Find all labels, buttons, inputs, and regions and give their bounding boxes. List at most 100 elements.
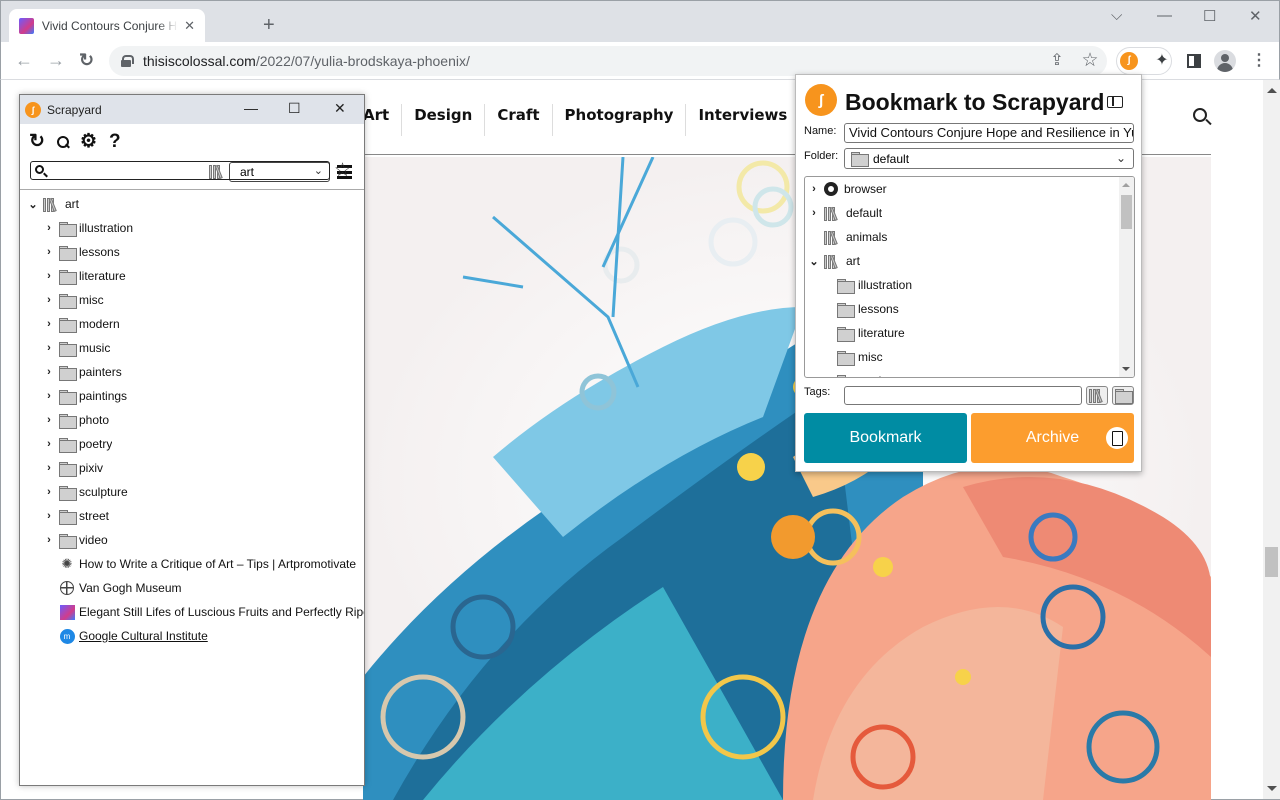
archive-button[interactable]: Archive: [971, 413, 1134, 463]
sidebar-close-button[interactable]: ✕: [334, 100, 346, 117]
tree-bookmark[interactable]: Elegant Still Lifes of Luscious Fruits a…: [20, 600, 364, 624]
folder-tree-node-modern[interactable]: modern: [805, 369, 1134, 377]
sidebar-search-input[interactable]: [30, 161, 330, 180]
help-icon[interactable]: ?: [109, 132, 121, 152]
tree-folder-pixiv[interactable]: › pixiv: [20, 456, 364, 480]
folder-tree-node-browser[interactable]: › browser: [805, 177, 1134, 201]
chevron-down-icon[interactable]: ⌄: [28, 198, 38, 211]
folder-tree-node-misc[interactable]: misc: [805, 345, 1134, 369]
tab-search-dropdown-icon[interactable]: ⌵: [1111, 7, 1122, 24]
folder-tree-node-animals[interactable]: animals: [805, 225, 1134, 249]
chevron-right-icon[interactable]: ›: [44, 390, 54, 402]
profile-avatar-icon[interactable]: [1214, 50, 1236, 72]
chevron-right-icon[interactable]: ›: [44, 318, 54, 330]
tree-folder-painters[interactable]: › painters: [20, 360, 364, 384]
site-nav-art[interactable]: Art: [361, 104, 401, 136]
sidebar-minimize-button[interactable]: —: [244, 100, 258, 116]
extensions-puzzle-icon[interactable]: ✦: [1152, 51, 1172, 71]
share-icon[interactable]: ⇪: [1047, 51, 1067, 71]
chevron-right-icon[interactable]: ›: [44, 342, 54, 354]
bookmark-page-star-icon[interactable]: ☆: [334, 159, 351, 182]
folder-tree-node-literature[interactable]: literature: [805, 321, 1134, 345]
site-search-icon[interactable]: [1193, 108, 1207, 122]
new-folder-button[interactable]: [1112, 386, 1134, 405]
open-sidebar-icon[interactable]: [1107, 96, 1123, 108]
search-mode-icon[interactable]: [57, 136, 69, 148]
folder-tree-node-default[interactable]: › default: [805, 201, 1134, 225]
chevron-right-icon[interactable]: ›: [44, 438, 54, 450]
tree-folder-illustration[interactable]: › illustration: [20, 216, 364, 240]
tree-bookmark[interactable]: m Google Cultural Institute: [20, 624, 364, 648]
chevron-right-icon[interactable]: ›: [44, 486, 54, 498]
reload-button[interactable]: ↻: [79, 51, 94, 69]
chevron-right-icon[interactable]: ›: [44, 414, 54, 426]
forward-button[interactable]: →: [47, 51, 65, 69]
bookmark-star-icon[interactable]: ☆: [1080, 51, 1100, 71]
site-nav-interviews[interactable]: Interviews: [685, 104, 799, 136]
tree-bookmark[interactable]: ✺ How to Write a Critique of Art – Tips |…: [20, 552, 364, 576]
scroll-down-arrow-icon[interactable]: [1267, 786, 1277, 791]
tree-folder-lessons[interactable]: › lessons: [20, 240, 364, 264]
page-scrollbar[interactable]: [1263, 80, 1280, 799]
tab-close-icon[interactable]: ✕: [184, 18, 195, 34]
folder-tree-scrollbar[interactable]: [1119, 177, 1134, 377]
scrapyard-extension-icon[interactable]: ʃ: [1120, 52, 1138, 70]
minimize-button[interactable]: —: [1157, 7, 1172, 24]
tree-folder-photo[interactable]: › photo: [20, 408, 364, 432]
new-tab-button[interactable]: +: [263, 15, 275, 35]
url-text[interactable]: thisiscolossal.com/2022/07/yulia-brodska…: [143, 53, 470, 69]
scroll-thumb[interactable]: [1265, 547, 1278, 577]
settings-gear-icon[interactable]: ⚙: [80, 132, 97, 152]
tree-folder-modern[interactable]: › modern: [20, 312, 364, 336]
sidebar-maximize-button[interactable]: ☐: [288, 100, 301, 117]
bookmark-name-input[interactable]: Vivid Contours Conjure Hope and Resilien…: [844, 123, 1134, 143]
folder-tree-node-art[interactable]: ⌄ art: [805, 249, 1134, 273]
maximize-button[interactable]: ☐: [1203, 7, 1216, 25]
tree-folder-sculpture[interactable]: › sculpture: [20, 480, 364, 504]
lock-icon[interactable]: [121, 55, 134, 67]
scroll-up-arrow-icon[interactable]: [1122, 183, 1130, 187]
tree-folder-poetry[interactable]: › poetry: [20, 432, 364, 456]
chevron-down-icon[interactable]: ⌄: [809, 255, 819, 268]
new-shelf-button[interactable]: [1086, 386, 1108, 405]
tree-folder-paintings[interactable]: › paintings: [20, 384, 364, 408]
tree-folder-literature[interactable]: › literature: [20, 264, 364, 288]
chevron-right-icon[interactable]: ›: [44, 222, 54, 234]
sidebar-titlebar[interactable]: ʃ Scrapyard — ☐ ✕: [20, 95, 364, 124]
back-button[interactable]: ←: [15, 51, 33, 69]
chevron-right-icon[interactable]: ›: [44, 270, 54, 282]
folder-tree-node-lessons[interactable]: lessons: [805, 297, 1134, 321]
site-nav-craft[interactable]: Craft: [484, 104, 551, 136]
folder-icon: [837, 302, 855, 318]
reload-icon[interactable]: ↻: [29, 132, 45, 152]
address-bar[interactable]: thisiscolossal.com/2022/07/yulia-brodska…: [109, 46, 1107, 76]
chevron-right-icon[interactable]: ›: [44, 366, 54, 378]
folder-tree-node-illustration[interactable]: illustration: [805, 273, 1134, 297]
chevron-right-icon[interactable]: ›: [44, 462, 54, 474]
tags-input[interactable]: [844, 386, 1082, 405]
site-nav-photography[interactable]: Photography: [551, 104, 686, 136]
archive-document-icon[interactable]: [1106, 427, 1128, 449]
tree-folder-music[interactable]: › music: [20, 336, 364, 360]
close-window-button[interactable]: ✕: [1249, 7, 1262, 25]
side-panel-icon[interactable]: [1184, 51, 1204, 71]
chevron-right-icon[interactable]: ›: [809, 207, 819, 219]
browser-tab-active[interactable]: Vivid Contours Conjure Hope and Resilien…: [9, 9, 205, 43]
bookmark-button[interactable]: Bookmark: [804, 413, 967, 463]
chevron-right-icon[interactable]: ›: [44, 246, 54, 258]
tree-node-art[interactable]: ⌄ art: [20, 192, 364, 216]
tree-bookmark[interactable]: Van Gogh Museum: [20, 576, 364, 600]
tree-folder-street[interactable]: › street: [20, 504, 364, 528]
site-nav-design[interactable]: Design: [401, 104, 484, 136]
chevron-right-icon[interactable]: ›: [44, 534, 54, 546]
chevron-right-icon[interactable]: ›: [809, 183, 819, 195]
scroll-down-arrow-icon[interactable]: [1122, 367, 1130, 371]
tree-folder-misc[interactable]: › misc: [20, 288, 364, 312]
tree-folder-video[interactable]: › video: [20, 528, 364, 552]
scroll-up-arrow-icon[interactable]: [1267, 88, 1277, 93]
chevron-right-icon[interactable]: ›: [44, 294, 54, 306]
chevron-right-icon[interactable]: ›: [44, 510, 54, 522]
scroll-thumb[interactable]: [1121, 195, 1132, 229]
folder-select[interactable]: default ⌄: [844, 148, 1134, 169]
browser-menu-icon[interactable]: ⋮: [1249, 51, 1269, 71]
